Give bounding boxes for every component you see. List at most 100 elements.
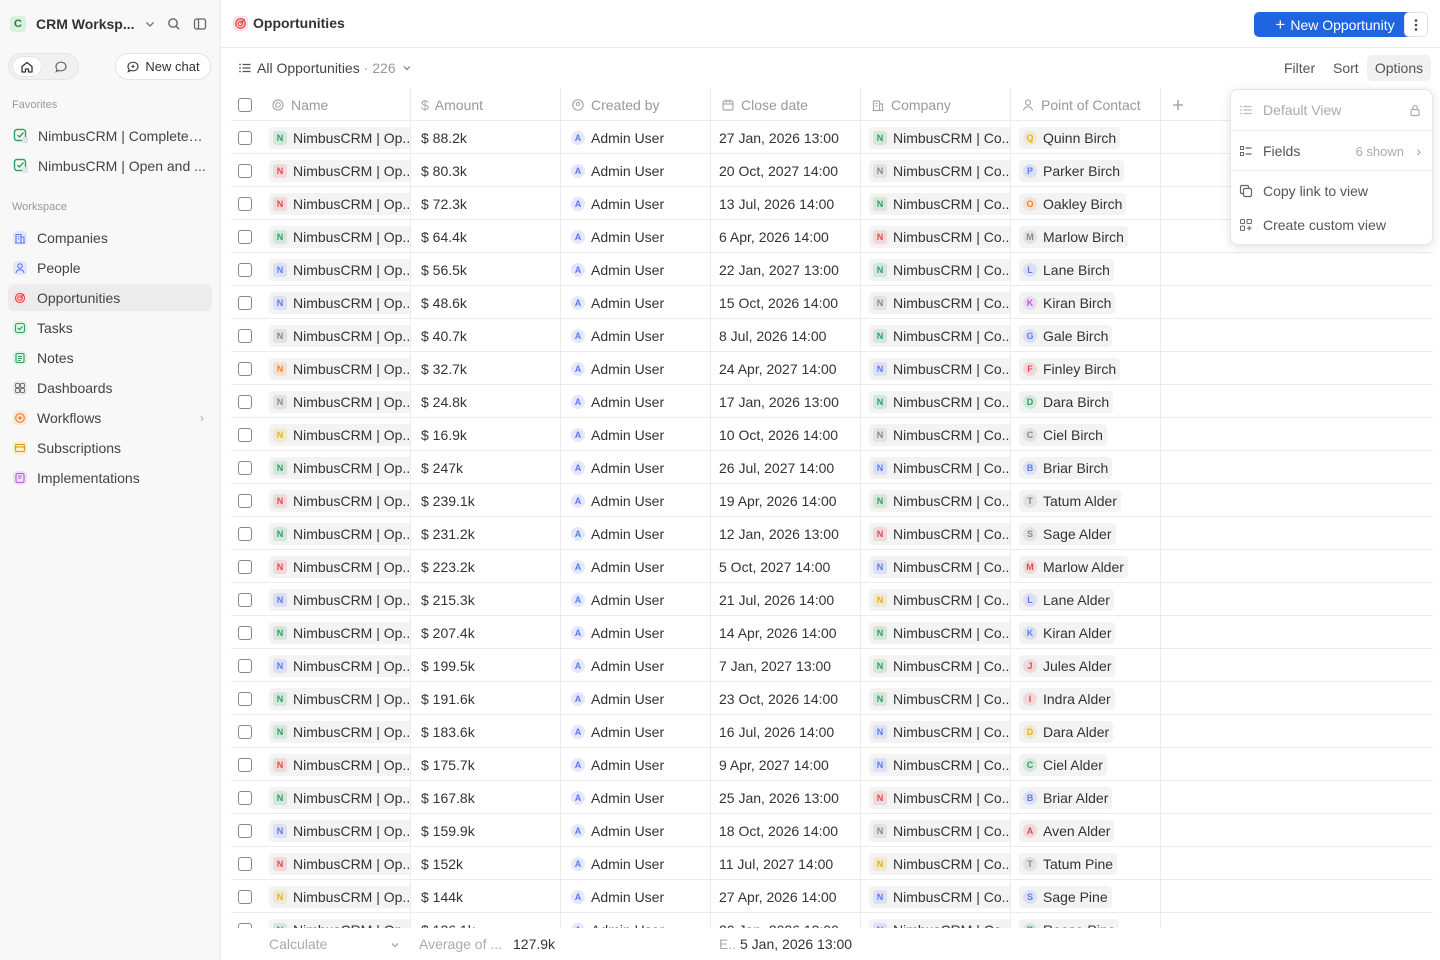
point-of-contact-cell[interactable]: O Oakley Birch	[1011, 187, 1161, 220]
select-all-checkbox[interactable]	[231, 88, 261, 121]
sidebar-item-people[interactable]: People	[8, 254, 212, 281]
company-cell[interactable]: N NimbusCRM | Co...	[861, 484, 1011, 517]
company-cell[interactable]: N NimbusCRM | Co...	[861, 682, 1011, 715]
close-date-cell[interactable]: 16 Jul, 2026 14:00	[711, 715, 861, 748]
amount-cell[interactable]: $ 24.8k	[411, 385, 561, 418]
amount-cell[interactable]: $ 136.1k	[411, 913, 561, 928]
created-by-cell[interactable]: A Admin User	[561, 814, 711, 847]
company-cell[interactable]: N NimbusCRM | Co...	[861, 154, 1011, 187]
name-cell[interactable]: NNimbusCRM | Op...	[261, 121, 411, 154]
sidebar-item-implementations[interactable]: Implementations	[8, 464, 212, 491]
company-cell[interactable]: N NimbusCRM | Co...	[861, 616, 1011, 649]
amount-cell[interactable]: $ 199.5k	[411, 649, 561, 682]
chevron-down-icon[interactable]	[389, 939, 401, 951]
close-date-cell[interactable]: 12 Jan, 2026 13:00	[711, 517, 861, 550]
workspace-switcher[interactable]: C CRM Worksp...	[10, 14, 135, 34]
table-row[interactable]: N NimbusCRM | Op... $ 191.6k A Admin User 23 …	[231, 682, 1433, 715]
filter-button[interactable]: Filter	[1284, 60, 1315, 76]
created-by-cell[interactable]: A Admin User	[561, 715, 711, 748]
company-cell[interactable]: N NimbusCRM | Co...	[861, 352, 1011, 385]
row-checkbox[interactable]	[231, 451, 261, 484]
name-cell[interactable]: NNimbusCRM | Op...	[261, 352, 411, 385]
table-row[interactable]: N NimbusCRM | Op... $ 48.6k A Admin User 15 O…	[231, 286, 1433, 319]
created-by-cell[interactable]: A Admin User	[561, 220, 711, 253]
name-cell[interactable]: NNimbusCRM | Op...	[261, 649, 411, 682]
name-cell[interactable]: NNimbusCRM | Op...	[261, 583, 411, 616]
sidebar-item-workflows[interactable]: Workflows ›	[8, 404, 212, 431]
company-cell[interactable]: N NimbusCRM | Co...	[861, 418, 1011, 451]
amount-cell[interactable]: $ 215.3k	[411, 583, 561, 616]
name-cell[interactable]: NNimbusCRM | Op...	[261, 715, 411, 748]
close-date-cell[interactable]: 22 Jan, 2027 13:00	[711, 253, 861, 286]
point-of-contact-cell[interactable]: J Jules Alder	[1011, 649, 1161, 682]
point-of-contact-cell[interactable]: B Briar Alder	[1011, 781, 1161, 814]
table-row[interactable]: N NimbusCRM | Op... $ 56.5k A Admin User 22 J…	[231, 253, 1433, 286]
table-row[interactable]: N NimbusCRM | Op... $ 167.8k A Admin User 25 …	[231, 781, 1433, 814]
close-date-cell[interactable]: 17 Jan, 2026 13:00	[711, 385, 861, 418]
close-date-cell[interactable]: 5 Oct, 2027 14:00	[711, 550, 861, 583]
amount-cell[interactable]: $ 175.7k	[411, 748, 561, 781]
options-button[interactable]: Options	[1367, 55, 1431, 81]
point-of-contact-cell[interactable]: C Ciel Birch	[1011, 418, 1161, 451]
name-cell[interactable]: NNimbusCRM | Op...	[261, 418, 411, 451]
name-cell[interactable]: NNimbusCRM | Op...	[261, 154, 411, 187]
row-checkbox[interactable]	[231, 352, 261, 385]
row-checkbox[interactable]	[231, 847, 261, 880]
amount-cell[interactable]: $ 40.7k	[411, 319, 561, 352]
company-cell[interactable]: N NimbusCRM | Co...	[861, 319, 1011, 352]
company-cell[interactable]: N NimbusCRM | Co...	[861, 253, 1011, 286]
table-row[interactable]: N NimbusCRM | Op... $ 159.9k A Admin User 18 …	[231, 814, 1433, 847]
row-checkbox[interactable]	[231, 880, 261, 913]
close-date-cell[interactable]: 15 Oct, 2026 14:00	[711, 286, 861, 319]
created-by-cell[interactable]: A Admin User	[561, 385, 711, 418]
close-date-cell[interactable]: 9 Apr, 2027 14:00	[711, 748, 861, 781]
created-by-cell[interactable]: A Admin User	[561, 649, 711, 682]
company-cell[interactable]: N NimbusCRM | Co...	[861, 814, 1011, 847]
created-by-cell[interactable]: A Admin User	[561, 880, 711, 913]
company-cell[interactable]: N NimbusCRM | Co...	[861, 385, 1011, 418]
close-date-cell[interactable]: 11 Jul, 2027 14:00	[711, 847, 861, 880]
amount-cell[interactable]: $ 56.5k	[411, 253, 561, 286]
collapse-sidebar-icon[interactable]	[190, 14, 210, 34]
amount-cell[interactable]: $ 48.6k	[411, 286, 561, 319]
name-cell[interactable]: NNimbusCRM | Op...	[261, 187, 411, 220]
created-by-cell[interactable]: A Admin User	[561, 187, 711, 220]
table-row[interactable]: N NimbusCRM | Op... $ 207.4k A Admin User 14 …	[231, 616, 1433, 649]
add-column-icon[interactable]	[1161, 88, 1201, 121]
point-of-contact-cell[interactable]: G Gale Birch	[1011, 319, 1161, 352]
created-by-cell[interactable]: A Admin User	[561, 847, 711, 880]
sidebar-item-tasks[interactable]: Tasks	[8, 314, 212, 341]
row-checkbox[interactable]	[231, 715, 261, 748]
name-cell[interactable]: NNimbusCRM | Op...	[261, 913, 411, 928]
row-checkbox[interactable]	[231, 682, 261, 715]
point-of-contact-cell[interactable]: T Tatum Pine	[1011, 847, 1161, 880]
name-cell[interactable]: NNimbusCRM | Op...	[261, 286, 411, 319]
company-cell[interactable]: N NimbusCRM | Co...	[861, 517, 1011, 550]
name-cell[interactable]: NNimbusCRM | Op...	[261, 814, 411, 847]
row-checkbox[interactable]	[231, 385, 261, 418]
sidebar-item-companies[interactable]: Companies	[8, 224, 212, 251]
row-checkbox[interactable]	[231, 913, 261, 928]
created-by-cell[interactable]: A Admin User	[561, 319, 711, 352]
row-checkbox[interactable]	[231, 517, 261, 550]
company-cell[interactable]: N NimbusCRM | Co...	[861, 550, 1011, 583]
point-of-contact-cell[interactable]: K Kiran Alder	[1011, 616, 1161, 649]
company-cell[interactable]: N NimbusCRM | Co...	[861, 451, 1011, 484]
close-date-cell[interactable]: 27 Apr, 2026 14:00	[711, 880, 861, 913]
table-row[interactable]: N NimbusCRM | Op... $ 223.2k A Admin User 5 O…	[231, 550, 1433, 583]
table-row[interactable]: N NimbusCRM | Op... $ 16.9k A Admin User 10 O…	[231, 418, 1433, 451]
close-date-cell[interactable]: 19 Apr, 2026 14:00	[711, 484, 861, 517]
row-checkbox[interactable]	[231, 286, 261, 319]
name-cell[interactable]: NNimbusCRM | Op...	[261, 220, 411, 253]
name-cell[interactable]: NNimbusCRM | Op...	[261, 319, 411, 352]
amount-cell[interactable]: $ 144k	[411, 880, 561, 913]
new-opportunity-button[interactable]: + New Opportunity	[1254, 12, 1416, 37]
created-by-cell[interactable]: A Admin User	[561, 583, 711, 616]
created-by-cell[interactable]: A Admin User	[561, 286, 711, 319]
created-by-cell[interactable]: A Admin User	[561, 682, 711, 715]
company-cell[interactable]: N NimbusCRM | Co...	[861, 649, 1011, 682]
row-checkbox[interactable]	[231, 649, 261, 682]
point-of-contact-cell[interactable]: M Marlow Birch	[1011, 220, 1161, 253]
created-by-cell[interactable]: A Admin User	[561, 121, 711, 154]
row-checkbox[interactable]	[231, 781, 261, 814]
